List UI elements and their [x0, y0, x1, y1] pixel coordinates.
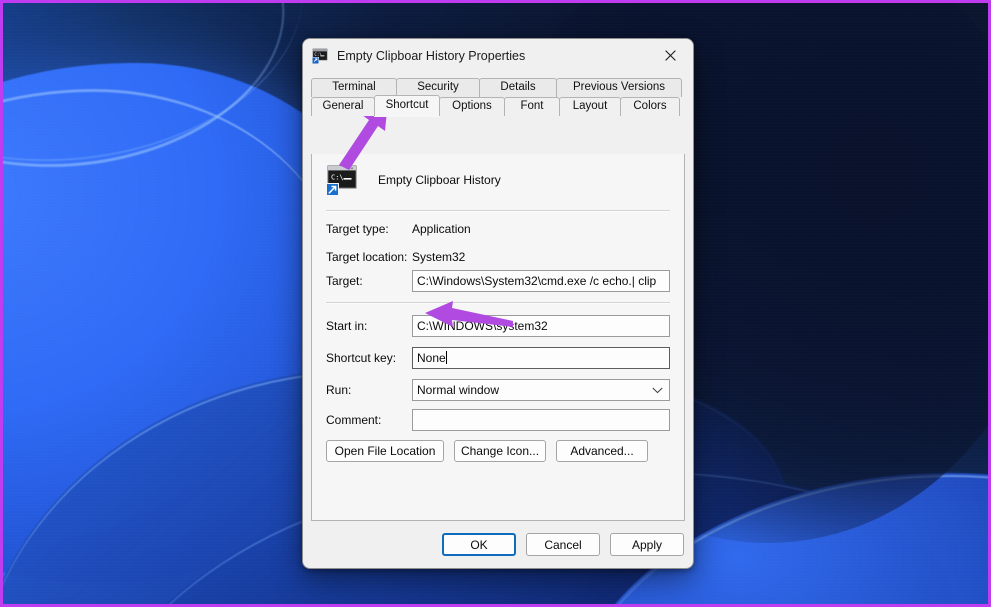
divider-2 [326, 302, 670, 304]
run-row: Run: Normal window [326, 379, 670, 401]
shortcut-tab-page: C:\ Empty Clipboar History Target type: … [311, 154, 685, 521]
dialog-footer: OK Cancel Apply [303, 521, 693, 568]
screen: C:\ Empty Clipboar History Properties Te… [0, 0, 991, 607]
target-type-row: Target type: Application [326, 218, 670, 240]
target-location-value: System32 [412, 250, 466, 264]
cmd-shortcut-icon: C:\ [312, 48, 328, 64]
target-label: Target: [326, 274, 363, 288]
run-label: Run: [326, 383, 352, 397]
tab-strip: Terminal Security Details Previous Versions… [311, 78, 685, 116]
tab-row-2: General Shortcut Options Font Layout Colors [311, 95, 685, 116]
wallpaper-ribbon-2 [3, 3, 318, 184]
tab-shortcut[interactable]: Shortcut [374, 95, 440, 116]
tab-font[interactable]: Font [504, 97, 560, 116]
cmd-shortcut-icon: C:\ [326, 164, 358, 196]
target-row: Target: [326, 270, 670, 292]
start-in-input[interactable] [412, 315, 670, 337]
tab-general[interactable]: General [311, 97, 375, 116]
shortcut-action-buttons: Open File Location Change Icon... Advanced… [326, 440, 670, 462]
start-in-label: Start in: [326, 319, 368, 333]
svg-text:C:\: C:\ [314, 52, 322, 57]
advanced-button[interactable]: Advanced... [556, 440, 648, 462]
target-type-value: Application [412, 222, 471, 236]
open-file-location-button[interactable]: Open File Location [326, 440, 444, 462]
ok-button[interactable]: OK [442, 533, 516, 556]
close-icon[interactable] [648, 39, 693, 72]
shortcut-key-input[interactable]: None [412, 347, 670, 369]
shortcut-key-value: None [417, 351, 446, 365]
tab-colors[interactable]: Colors [620, 97, 680, 116]
chevron-down-icon [652, 387, 665, 394]
shortcut-key-row: Shortcut key: None [326, 347, 670, 369]
comment-label: Comment: [326, 413, 382, 427]
tab-previous-versions[interactable]: Previous Versions [556, 78, 682, 97]
wallpaper-lobe-highlight [3, 89, 345, 472]
comment-row: Comment: [326, 409, 670, 431]
tab-details[interactable]: Details [479, 78, 557, 97]
divider-1 [326, 210, 670, 212]
app-header: C:\ Empty Clipboar History [326, 164, 501, 196]
window-title: Empty Clipboar History Properties [337, 48, 526, 63]
target-location-row: Target location: System32 [326, 246, 670, 268]
run-value: Normal window [417, 383, 500, 397]
target-type-label: Target type: [326, 222, 389, 236]
cancel-button[interactable]: Cancel [526, 533, 600, 556]
properties-dialog: C:\ Empty Clipboar History Properties Te… [302, 38, 694, 569]
run-combobox[interactable]: Normal window [412, 379, 670, 401]
wallpaper-ribbon-1 [3, 3, 299, 188]
app-name-label: Empty Clipboar History [378, 173, 501, 187]
tab-row-1: Terminal Security Details Previous Versions [311, 78, 685, 97]
text-caret [445, 351, 447, 364]
start-in-row: Start in: [326, 315, 670, 337]
apply-button[interactable]: Apply [610, 533, 684, 556]
change-icon-button[interactable]: Change Icon... [454, 440, 546, 462]
title-bar[interactable]: C:\ Empty Clipboar History Properties [303, 39, 693, 72]
svg-text:C:\: C:\ [331, 174, 344, 182]
target-input[interactable] [412, 270, 670, 292]
tab-layout[interactable]: Layout [559, 97, 621, 116]
target-location-label: Target location: [326, 250, 408, 264]
shortcut-key-label: Shortcut key: [326, 351, 397, 365]
comment-input[interactable] [412, 409, 670, 431]
tab-options[interactable]: Options [439, 97, 505, 116]
